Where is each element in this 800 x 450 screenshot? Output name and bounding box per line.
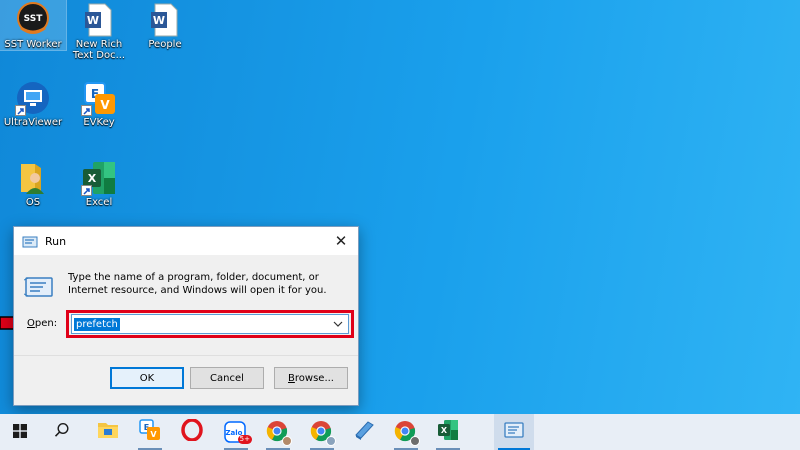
open-label: Open: [27,318,58,329]
close-icon: ✕ [334,232,348,250]
open-input-value[interactable]: prefetch [74,317,120,331]
app-icon [353,419,375,445]
svg-text:X: X [88,172,97,185]
taskbar-evkey[interactable]: E V [130,414,170,450]
chrome-icon [394,420,420,446]
open-combobox[interactable]: prefetch [71,314,349,334]
windows-start-icon [13,423,27,442]
folder-user-icon [15,160,51,196]
notification-badge: 5+ [237,435,252,444]
taskbar-opera[interactable] [172,414,212,450]
taskbar-start-button[interactable] [0,414,40,450]
desktop-icon-label: New Rich Text Doc... [72,39,126,61]
taskbar-chrome-2[interactable] [302,414,342,450]
word-document-icon: W [81,2,117,38]
chrome-icon [310,420,336,446]
taskbar-run[interactable] [494,414,534,450]
svg-text:X: X [441,426,448,435]
shortcut-arrow-icon [81,185,92,196]
sst-worker-icon: SST [15,2,51,38]
desktop-icon-new-rich-text-doc[interactable]: W New Rich Text Doc... [66,0,132,61]
desktop-icon-excel[interactable]: X Excel [66,158,132,208]
chrome-icon [266,420,292,446]
evkey-icon: E V [139,419,161,445]
run-title: Run [45,234,67,248]
open-label-rest: pen: [34,318,58,329]
taskbar: E V Zalo 5+ X [0,414,800,450]
svg-text:V: V [150,430,157,439]
chevron-down-icon[interactable] [331,317,345,331]
run-description: Type the name of a program, folder, docu… [68,272,327,296]
taskbar-chrome-3[interactable] [386,414,426,450]
taskbar-search-button[interactable] [42,414,82,450]
opera-icon [181,418,203,445]
taskbar-file-explorer[interactable] [88,414,128,450]
svg-text:W: W [153,14,165,27]
excel-icon: X [437,419,459,445]
ok-button[interactable]: OK [110,367,184,389]
run-icon [503,421,525,443]
desktop-icon-sst-worker[interactable]: SST SST Worker [0,0,67,51]
cancel-button[interactable]: Cancel [190,367,264,389]
desktop-icon-label: UltraViewer [3,117,63,128]
shortcut-arrow-icon [15,105,26,116]
browse-label-rest: rowse... [294,372,334,384]
desktop-icon-label: Excel [85,197,113,208]
taskbar-chrome-1[interactable] [258,414,298,450]
close-button[interactable]: ✕ [324,227,358,255]
profile-avatar [326,436,336,446]
sst-logo-text: SST [24,14,44,24]
search-icon [54,422,70,442]
desktop-icon-label: SST Worker [4,39,62,50]
run-titlebar[interactable]: Run ✕ [14,227,358,255]
file-explorer-icon [97,420,119,444]
taskbar-zalo[interactable]: Zalo 5+ [216,414,256,450]
run-icon [22,234,38,248]
open-label-mnemonic: O [27,318,35,329]
evkey-icon: E V [81,80,117,116]
profile-avatar [410,436,420,446]
taskbar-excel[interactable]: X [428,414,468,450]
profile-avatar [282,436,292,446]
taskbar-app[interactable] [344,414,384,450]
desktop-icon-os[interactable]: OS [0,158,66,208]
run-program-icon [23,275,54,299]
desktop-icon-label: People [148,39,182,50]
excel-icon: X [81,160,117,196]
browse-button[interactable]: Browse... [274,367,348,389]
desktop-icon-evkey[interactable]: E V EVKey [66,78,132,128]
desktop-icon-label: EVKey [83,117,115,128]
svg-text:W: W [87,14,99,27]
run-dialog: Run ✕ Type the name of a program, folder… [13,226,359,406]
desktop-icon-label: OS [25,197,41,208]
desktop-icon-ultraviewer[interactable]: UltraViewer [0,78,66,128]
ultraviewer-icon [15,80,51,116]
word-document-icon: W [147,2,183,38]
svg-text:V: V [100,98,110,112]
zalo-icon: Zalo 5+ [224,421,252,444]
desktop-icon-people[interactable]: W People [132,0,198,50]
shortcut-arrow-icon [81,105,92,116]
browse-mnemonic: B [288,372,295,384]
